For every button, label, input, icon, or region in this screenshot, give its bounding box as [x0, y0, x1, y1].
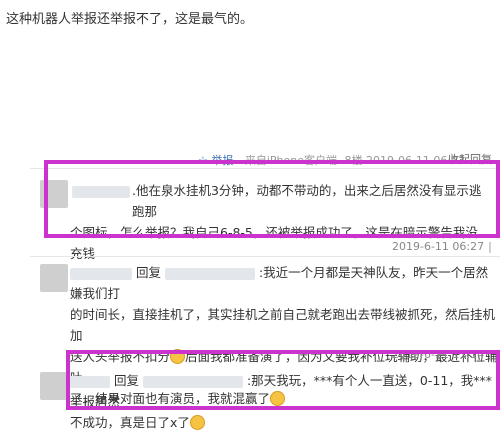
reply-2-line1: :我近一个月都是天神队友，昨天一个居然嫌我们打 — [70, 265, 489, 301]
avatar[interactable] — [40, 264, 68, 292]
reply-2-line2: 的时间长，直接挂机了，其实挂机之前自己就老跑出去带线被抓死，然后挂机加 — [70, 307, 496, 343]
post-text: 这种机器人举报还举报不了，这是最气的。 — [6, 12, 254, 27]
emoji-icon — [189, 415, 205, 430]
highlight-box-2 — [66, 350, 500, 410]
reply-3-line2: 不成功，真是日了x了 — [70, 415, 190, 430]
username-blurred[interactable] — [70, 267, 132, 280]
mention-blurred[interactable] — [164, 267, 255, 280]
highlight-box-1 — [44, 160, 500, 238]
divider — [30, 256, 500, 257]
reply-1-timestamp: 2019-6-11 06:27 | — [392, 240, 492, 253]
avatar[interactable] — [40, 372, 68, 400]
reply-prefix: 回复 — [135, 265, 161, 280]
